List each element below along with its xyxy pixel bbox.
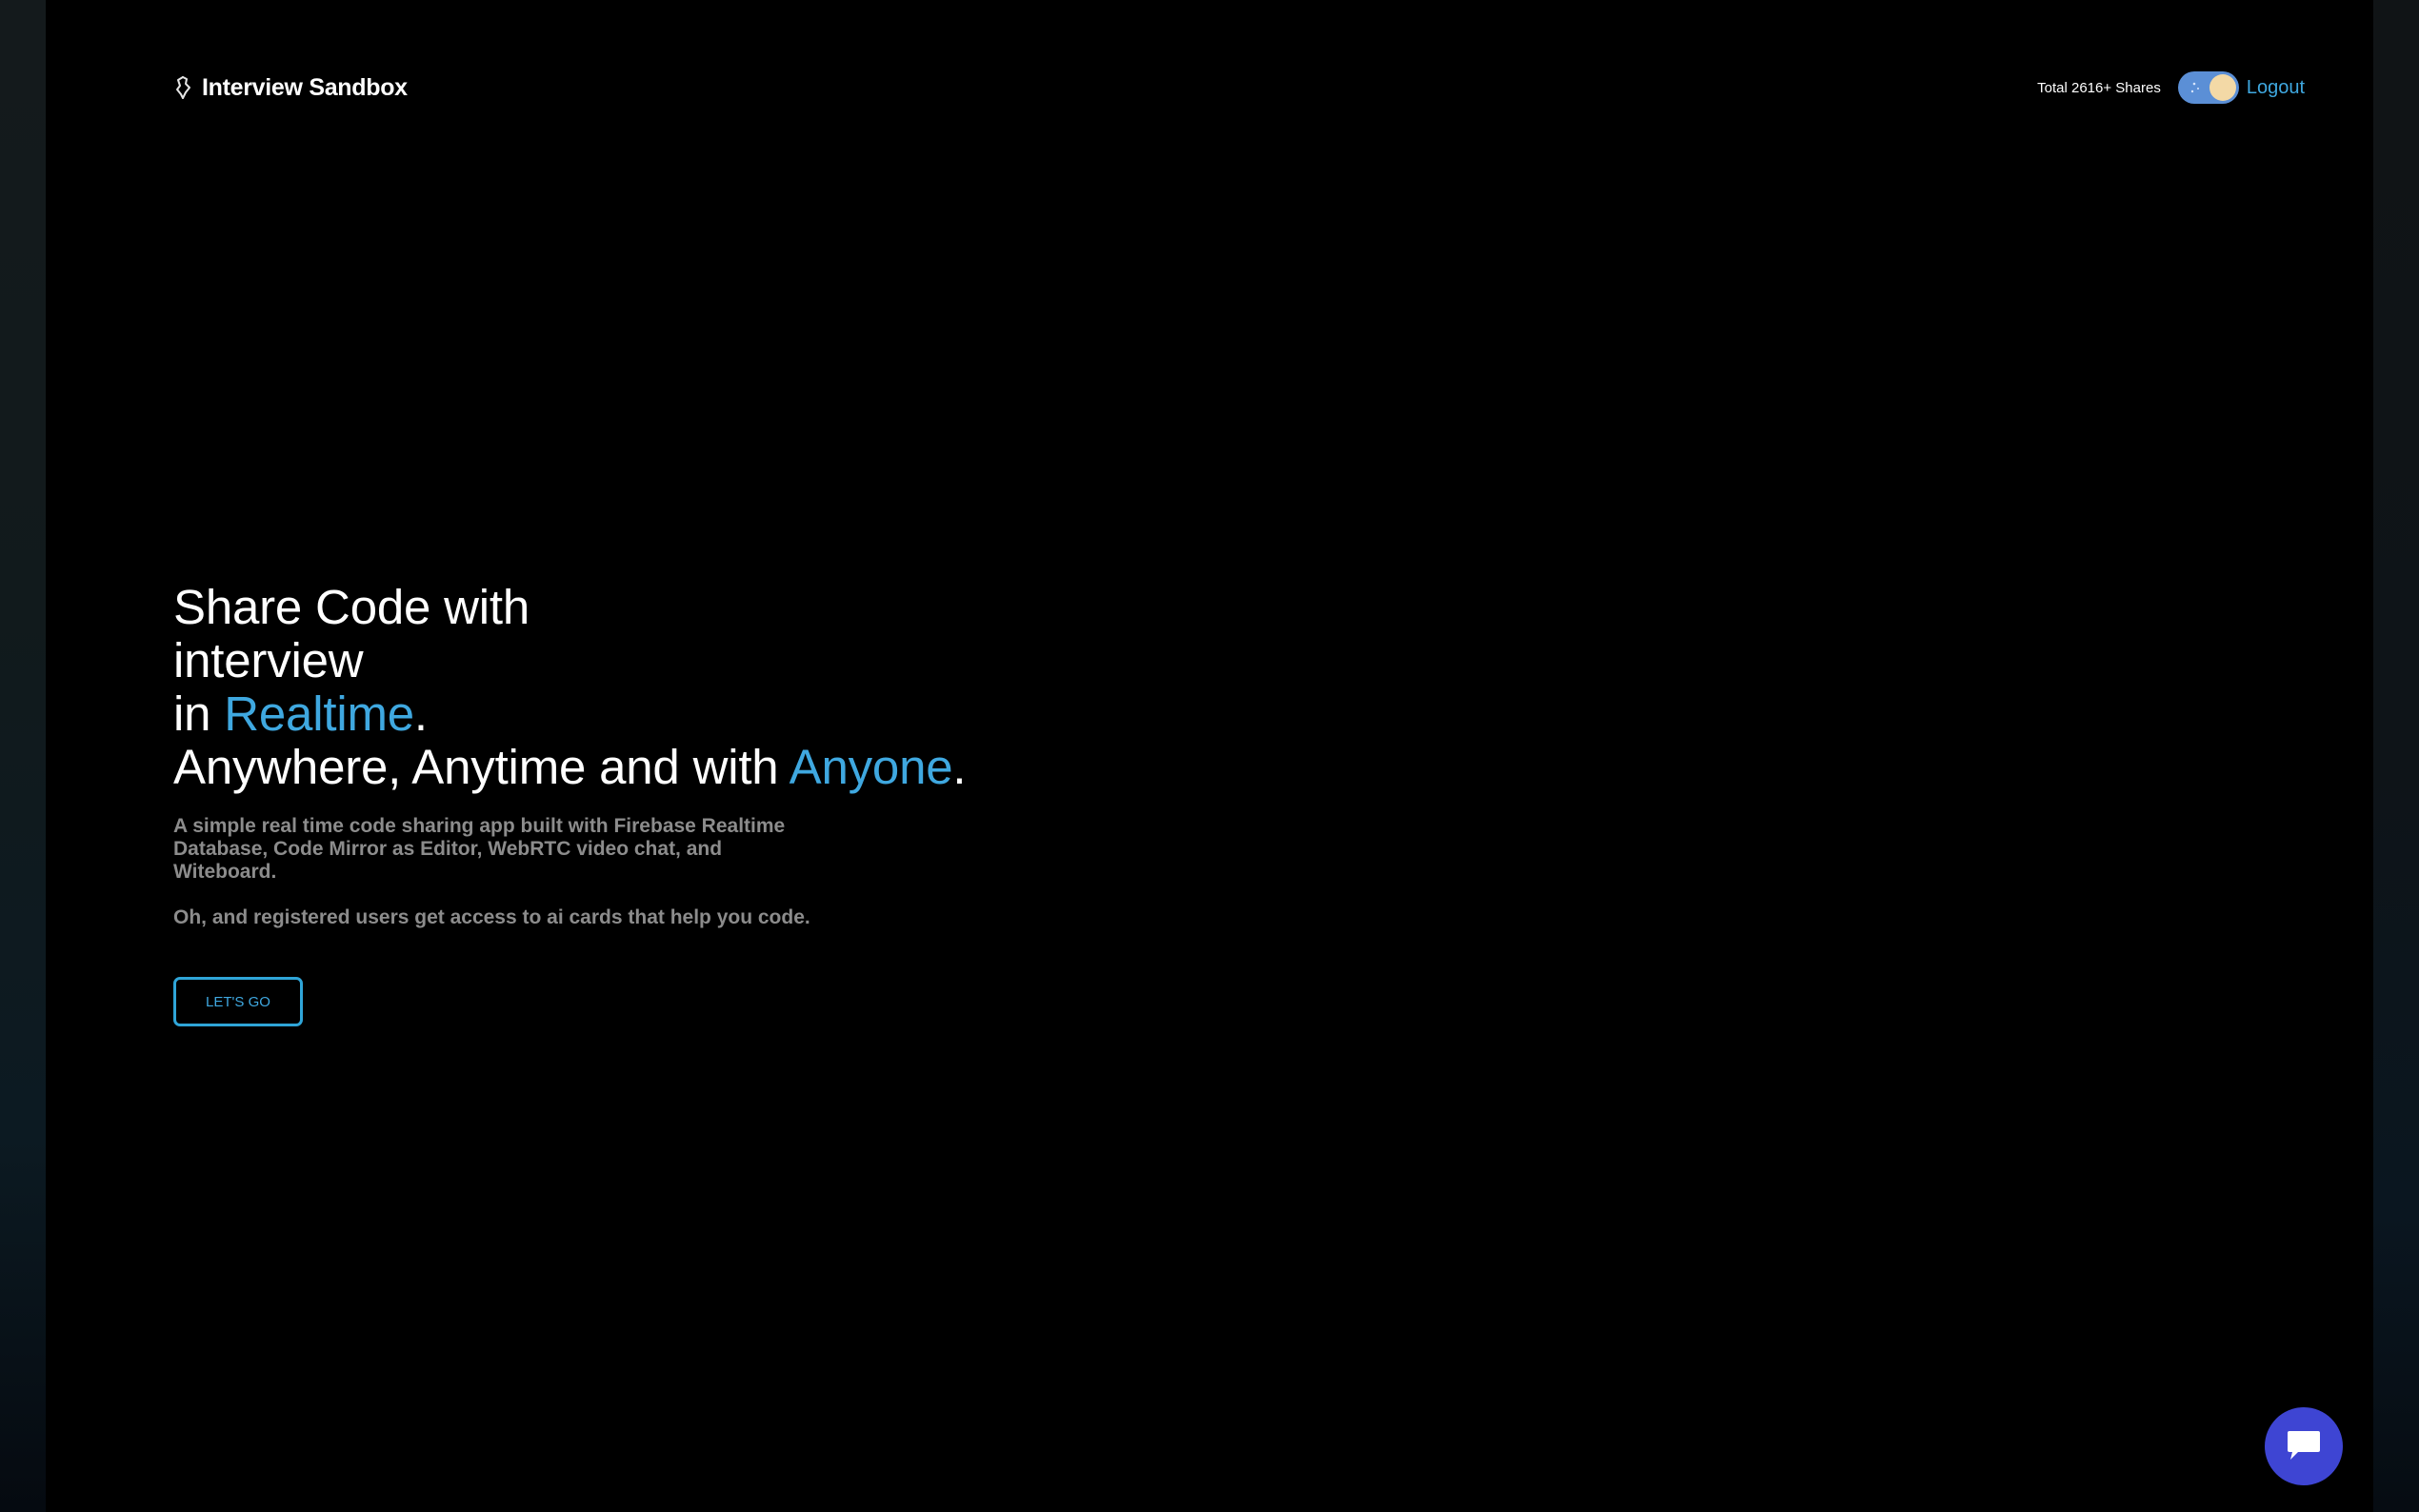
brand-name: Interview Sandbox — [202, 73, 408, 101]
chat-bubble-icon — [2288, 1431, 2320, 1460]
code-bracket-icon — [176, 76, 190, 99]
hero-accent-realtime: Realtime — [224, 686, 414, 741]
chat-button[interactable] — [2265, 1407, 2343, 1485]
hero-description-ai: Oh, and registered users get access to a… — [173, 906, 810, 928]
hero-line-3-prefix: in — [173, 686, 225, 741]
toggle-knob — [2209, 74, 2236, 101]
hero-title: Share Code with interview in Realtime. A… — [173, 581, 1316, 794]
main-content: Interview Sandbox Total 2616+ Shares Log… — [46, 0, 2373, 1512]
hero-line-3-suffix: . — [413, 686, 428, 741]
app-frame: Interview Sandbox Total 2616+ Shares Log… — [0, 0, 2419, 1512]
left-backdrop — [0, 0, 46, 1512]
hero-description: A simple real time code sharing app buil… — [173, 815, 786, 883]
stars-icon — [2190, 82, 2199, 93]
brand[interactable]: Interview Sandbox — [173, 70, 408, 105]
lets-go-button[interactable]: LET'S GO — [173, 977, 303, 1026]
right-backdrop — [2373, 0, 2419, 1512]
shares-count: Total 2616+ Shares — [2037, 79, 2161, 96]
hero-section: Share Code with interview in Realtime. A… — [173, 581, 1316, 1026]
hero-line-2: interview — [173, 633, 364, 687]
hero-line-4-prefix: Anywhere, Anytime and with — [173, 740, 790, 794]
hero-accent-anyone: Anyone — [789, 740, 953, 794]
theme-toggle[interactable] — [2177, 71, 2239, 104]
hero-line-1: Share Code with — [173, 580, 530, 634]
logout-link[interactable]: Logout — [2247, 77, 2305, 99]
header-actions: Total 2616+ Shares Logout — [2037, 69, 2305, 107]
hero-line-4-suffix: . — [952, 740, 967, 794]
